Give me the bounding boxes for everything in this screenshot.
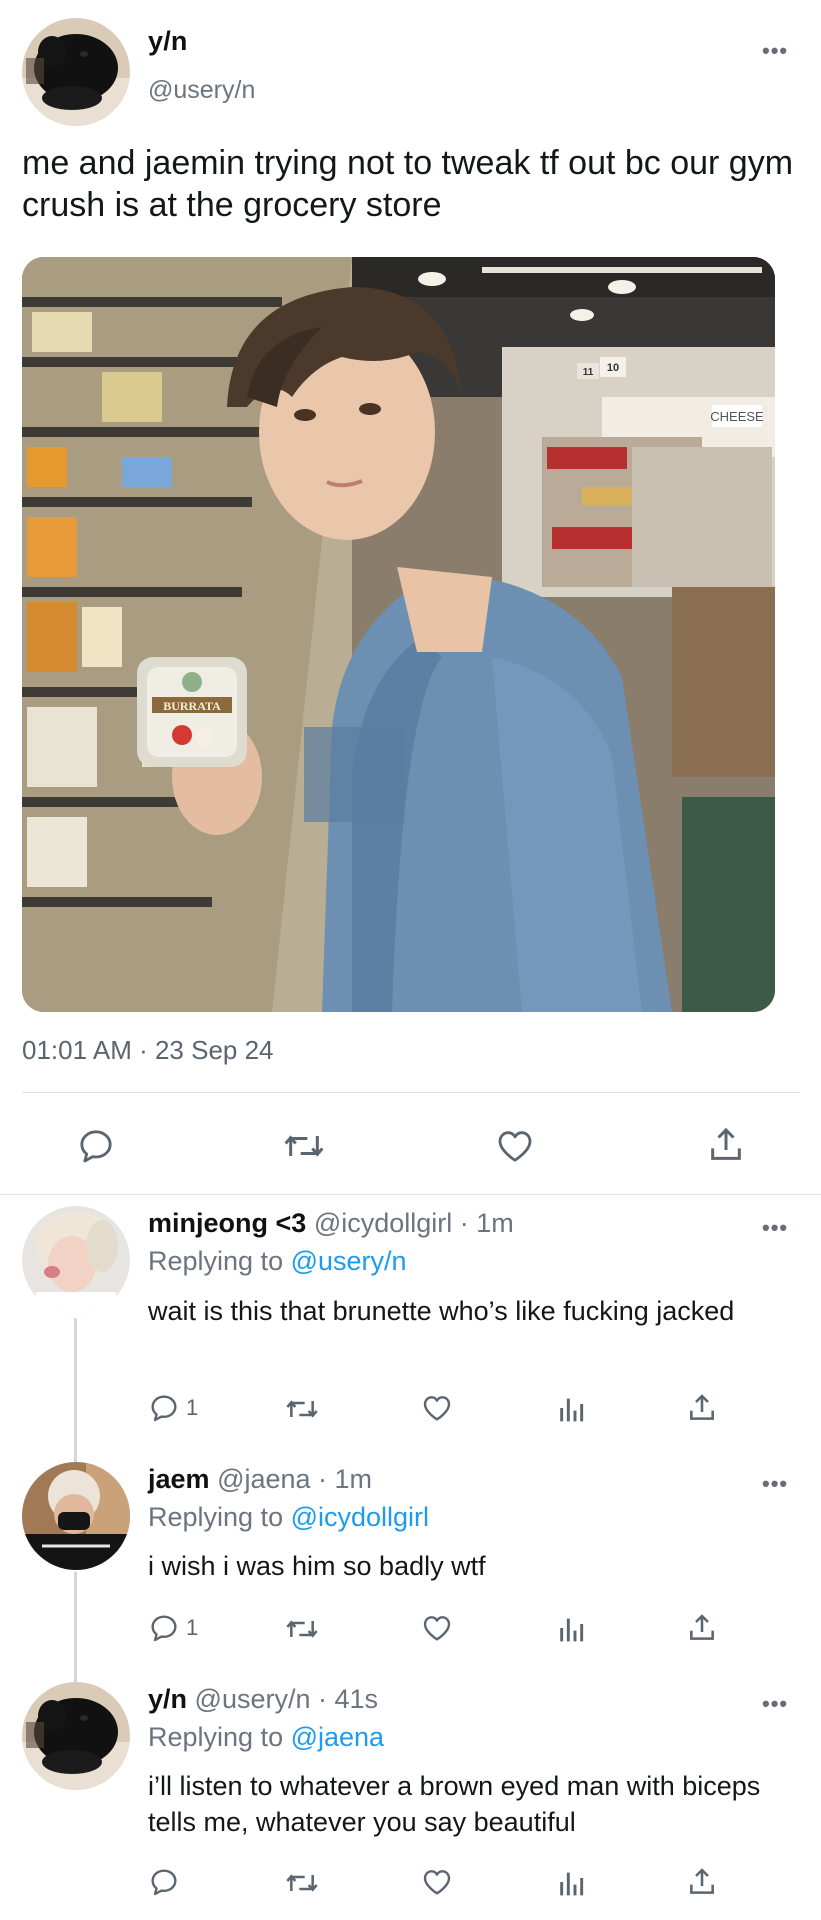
analytics-icon [560, 1398, 584, 1422]
reply-avatar[interactable] [22, 1462, 130, 1570]
like-button[interactable] [494, 1126, 536, 1166]
reply-text: i’ll listen to whatever a brown eyed man… [148, 1771, 761, 1837]
reply-text: wait is this that brunette who’s like fu… [148, 1296, 735, 1326]
share-button[interactable] [686, 1611, 718, 1645]
retweet-icon [286, 1400, 318, 1418]
share-icon [690, 1868, 714, 1894]
divider [22, 1092, 800, 1093]
retweet-button[interactable] [282, 1126, 326, 1166]
reply-button[interactable]: 1 [148, 1612, 198, 1644]
retweet-icon [286, 1620, 318, 1638]
thread-line [74, 1318, 77, 1470]
reply-avatar[interactable] [22, 1206, 130, 1314]
retweet-button[interactable] [284, 1393, 320, 1425]
thread-line [74, 1572, 77, 1682]
share-button[interactable] [706, 1124, 746, 1166]
reply-display-name[interactable]: y/n [148, 1684, 187, 1714]
reply-header: minjeong <3 @icydollgirl · 1m [148, 1208, 514, 1239]
reply-icon [80, 1130, 112, 1163]
retweet-button[interactable] [284, 1867, 320, 1899]
reply-icon [151, 1395, 177, 1422]
reply-icon [151, 1869, 177, 1896]
replying-to: Replying to @usery/n [148, 1246, 407, 1277]
like-icon [423, 1870, 451, 1895]
like-icon [423, 1616, 451, 1641]
share-icon [711, 1127, 741, 1160]
aisle-sign-a: 11 [583, 367, 594, 378]
analytics-icon [560, 1618, 584, 1642]
reply-count: 1 [186, 1395, 199, 1420]
replying-prefix: Replying to [148, 1502, 291, 1532]
reply-avatar[interactable] [22, 1682, 130, 1790]
like-button[interactable] [420, 1612, 454, 1644]
reply-display-name[interactable]: minjeong <3 [148, 1208, 306, 1238]
reply-display-name[interactable]: jaem [148, 1464, 210, 1494]
author-display-name[interactable]: y/n [148, 26, 188, 57]
analytics-button[interactable] [556, 1612, 586, 1644]
share-button[interactable] [686, 1865, 718, 1899]
burrata-label: BURRATA [163, 699, 221, 713]
share-button[interactable] [686, 1391, 718, 1425]
replying-to: Replying to @jaena [148, 1722, 384, 1753]
share-icon [690, 1394, 714, 1420]
like-icon [423, 1396, 451, 1421]
like-button[interactable] [420, 1866, 454, 1898]
reply-handle-time[interactable]: @usery/n · 41s [195, 1684, 378, 1714]
ellipsis-icon[interactable]: ••• [762, 38, 788, 64]
replying-prefix: Replying to [148, 1722, 291, 1752]
retweet-icon [284, 1135, 324, 1157]
author-handle[interactable]: @usery/n [148, 76, 255, 105]
reply-header: y/n @usery/n · 41s [148, 1684, 378, 1715]
mention-link[interactable]: @usery/n [291, 1246, 407, 1276]
tweet-text: me and jaemin trying not to tweak tf out… [22, 144, 794, 224]
reply-count: 1 [186, 1615, 199, 1640]
reply-button[interactable] [76, 1126, 116, 1166]
aisle-sign-b: 10 [607, 362, 619, 374]
mention-link[interactable]: @jaena [291, 1722, 384, 1752]
reply-header: jaem @jaena · 1m [148, 1464, 372, 1495]
reply-button[interactable] [148, 1866, 186, 1898]
divider [0, 1194, 821, 1195]
like-icon [498, 1131, 532, 1162]
like-button[interactable] [420, 1392, 454, 1424]
reply-button[interactable]: 1 [148, 1392, 198, 1424]
retweet-icon [286, 1874, 318, 1892]
tweet-photo[interactable]: CHEESE 10 11 BURRATA [22, 257, 775, 1012]
ellipsis-icon[interactable]: ••• [762, 1691, 788, 1717]
share-icon [690, 1614, 714, 1640]
reply-text: i wish i was him so badly wtf [148, 1551, 486, 1581]
retweet-button[interactable] [284, 1613, 320, 1645]
ellipsis-icon[interactable]: ••• [762, 1215, 788, 1241]
mention-link[interactable]: @icydollgirl [291, 1502, 429, 1532]
replying-prefix: Replying to [148, 1246, 291, 1276]
replying-to: Replying to @icydollgirl [148, 1502, 429, 1533]
ellipsis-icon[interactable]: ••• [762, 1471, 788, 1497]
analytics-icon [560, 1872, 584, 1896]
reply-icon [151, 1615, 177, 1642]
reply-handle-time[interactable]: @icydollgirl · 1m [314, 1208, 514, 1238]
reply-handle-time[interactable]: @jaena · 1m [217, 1464, 372, 1494]
author-avatar[interactable] [22, 18, 130, 126]
analytics-button[interactable] [556, 1392, 586, 1424]
analytics-button[interactable] [556, 1866, 586, 1898]
tweet-timestamp[interactable]: 01:01 AM · 23 Sep 24 [22, 1035, 274, 1066]
store-sign-text: CHEESE [710, 409, 764, 424]
